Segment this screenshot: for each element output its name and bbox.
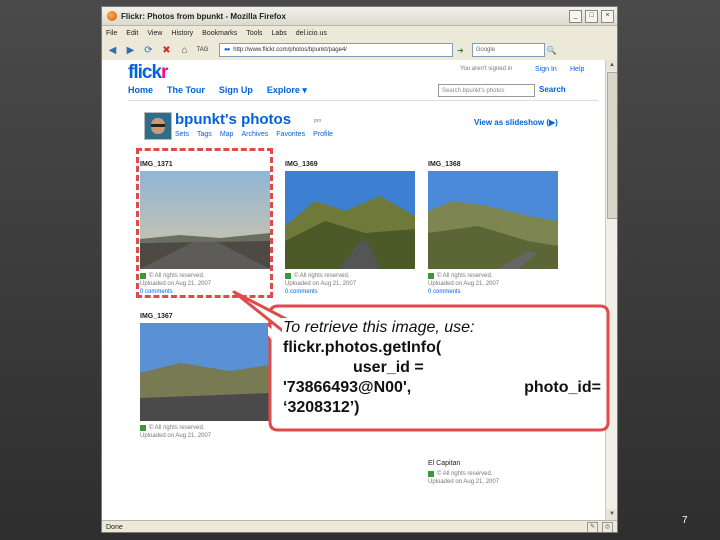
vertical-scrollbar[interactable]: ▲ ▼ — [605, 60, 617, 520]
license-icon — [428, 273, 434, 279]
callout-line-values: '73866493@N00', photo_id= — [283, 378, 601, 398]
navigation-toolbar: ◀ ▶ ⟳ ✖ ⌂ TAG ●● http://www.flickr.com/p… — [102, 40, 617, 61]
image-highlight-box — [136, 148, 273, 298]
maximize-button[interactable]: □ — [585, 9, 598, 23]
subnav-favorites[interactable]: Favorites — [276, 131, 305, 138]
slide-number: 7 — [682, 515, 688, 526]
license-text: © All rights reserved. — [294, 273, 350, 279]
site-favicon-icon: ●● — [224, 47, 230, 53]
license-icon — [428, 471, 434, 477]
status-text: Done — [106, 523, 123, 531]
help-link[interactable]: Help — [570, 66, 584, 73]
menu-bookmarks[interactable]: Bookmarks — [202, 30, 237, 37]
uploaded-text: Uploaded on Aug 21, 2007 — [428, 281, 500, 287]
photostream-subnav: Sets Tags Map Archives Favorites Profile — [175, 131, 341, 138]
web-search-input[interactable]: Google — [471, 43, 545, 57]
menu-history[interactable]: History — [171, 30, 193, 37]
uploaded-text: Uploaded on Aug 21, 2007 — [428, 479, 500, 485]
photo-thumbnail[interactable] — [428, 171, 558, 269]
photo-thumbnail[interactable] — [285, 171, 415, 269]
close-button[interactable]: × — [601, 9, 614, 23]
comments-link[interactable]: 0 comments — [428, 289, 558, 295]
photo-card: El Capitan © All rights reserved. Upload… — [428, 460, 558, 485]
nav-divider — [128, 100, 598, 101]
photo-title[interactable]: El Capitan — [428, 460, 558, 467]
main-nav: Home The Tour Sign Up Explore ▾ — [128, 85, 321, 96]
subnav-sets[interactable]: Sets — [175, 131, 189, 138]
license-text: © All rights reserved. — [149, 425, 205, 431]
go-icon[interactable]: ➜ — [457, 46, 464, 55]
callout-line-method: flickr.photos.getInfo( — [283, 339, 442, 356]
license-text: © All rights reserved. — [437, 273, 493, 279]
callout-userid-value: '73866493@N00', — [283, 379, 412, 396]
firefox-icon — [107, 11, 117, 21]
scroll-up-icon[interactable]: ▲ — [606, 60, 617, 71]
photo-card: IMG_1368 © All rights reserved. Uploaded… — [428, 161, 558, 295]
slideshow-link[interactable]: View as slideshow (▶) — [474, 118, 558, 127]
nav-home[interactable]: Home — [128, 85, 153, 96]
menu-view[interactable]: View — [147, 30, 162, 37]
window-title: Flickr: Photos from bpunkt - Mozilla Fir… — [121, 11, 286, 21]
nav-signup[interactable]: Sign Up — [219, 85, 253, 96]
subnav-archives[interactable]: Archives — [241, 131, 268, 138]
photo-card: IMG_1369 © All rights reserved. Uploaded… — [285, 161, 415, 295]
page-title: bpunkt's photos — [175, 111, 292, 128]
menu-bar: File Edit View History Bookmarks Tools L… — [102, 26, 617, 40]
reload-icon[interactable]: ⟳ — [141, 43, 156, 58]
web-search-placeholder: Google — [475, 47, 496, 53]
signed-out-text: You aren't signed in — [460, 66, 513, 72]
menu-labs[interactable]: Labs — [272, 30, 287, 37]
menu-tools[interactable]: Tools — [246, 30, 262, 37]
stop-icon[interactable]: ✖ — [159, 43, 174, 58]
title-bar: Flickr: Photos from bpunkt - Mozilla Fir… — [102, 7, 617, 26]
license-icon — [140, 425, 146, 431]
tag-icon[interactable]: TAG — [195, 43, 210, 58]
license-text: © All rights reserved. — [437, 471, 493, 477]
scrollbar-thumb[interactable] — [607, 72, 617, 219]
edit-icon[interactable]: ✎ — [587, 521, 598, 532]
comments-link[interactable]: 0 comments — [285, 289, 415, 295]
back-icon[interactable]: ◀ — [105, 43, 120, 58]
uploaded-text: Uploaded on Aug 21, 2007 — [140, 433, 212, 439]
pro-badge: pro — [314, 118, 322, 124]
license-icon — [285, 273, 291, 279]
callout-photoid-label: photo_id= — [524, 379, 601, 396]
nav-tour[interactable]: The Tour — [167, 85, 205, 96]
callout-line-userid: user_id = — [353, 359, 424, 376]
avatar[interactable] — [144, 112, 172, 140]
url-text: http://www.flickr.com/photos/bpunkt/page… — [233, 47, 347, 53]
subnav-profile[interactable]: Profile — [313, 131, 333, 138]
site-search-button[interactable]: Search — [539, 85, 566, 94]
nav-explore[interactable]: Explore ▾ — [267, 85, 307, 96]
addon-icon[interactable]: ◎ — [602, 521, 613, 532]
subnav-tags[interactable]: Tags — [197, 131, 212, 138]
menu-delicious[interactable]: del.icio.us — [296, 30, 327, 37]
callout-line-photoid: ‘3208312’) — [283, 399, 360, 416]
menu-file[interactable]: File — [106, 30, 117, 37]
flickr-logo[interactable]: flickr — [128, 62, 169, 84]
sign-in-link[interactable]: Sign In — [535, 66, 557, 73]
photo-title[interactable]: IMG_1369 — [285, 161, 415, 168]
site-search-input[interactable]: Search bpunkt's photos — [438, 84, 535, 97]
uploaded-text: Uploaded on Aug 21, 2007 — [285, 281, 357, 287]
menu-edit[interactable]: Edit — [126, 30, 138, 37]
callout-text: To retrieve this image, use: flickr.phot… — [283, 318, 601, 418]
callout-line-intro: To retrieve this image, use: — [283, 319, 475, 336]
subnav-map[interactable]: Map — [220, 131, 234, 138]
minimize-button[interactable]: _ — [569, 9, 582, 23]
forward-icon[interactable]: ▶ — [123, 43, 138, 58]
home-icon[interactable]: ⌂ — [177, 43, 192, 58]
search-icon[interactable]: 🔍 — [547, 46, 557, 55]
photo-title[interactable]: IMG_1368 — [428, 161, 558, 168]
scroll-down-icon[interactable]: ▼ — [606, 509, 617, 520]
status-bar: Done ✎ ◎ — [102, 520, 617, 532]
url-bar[interactable]: ●● http://www.flickr.com/photos/bpunkt/p… — [219, 43, 453, 57]
